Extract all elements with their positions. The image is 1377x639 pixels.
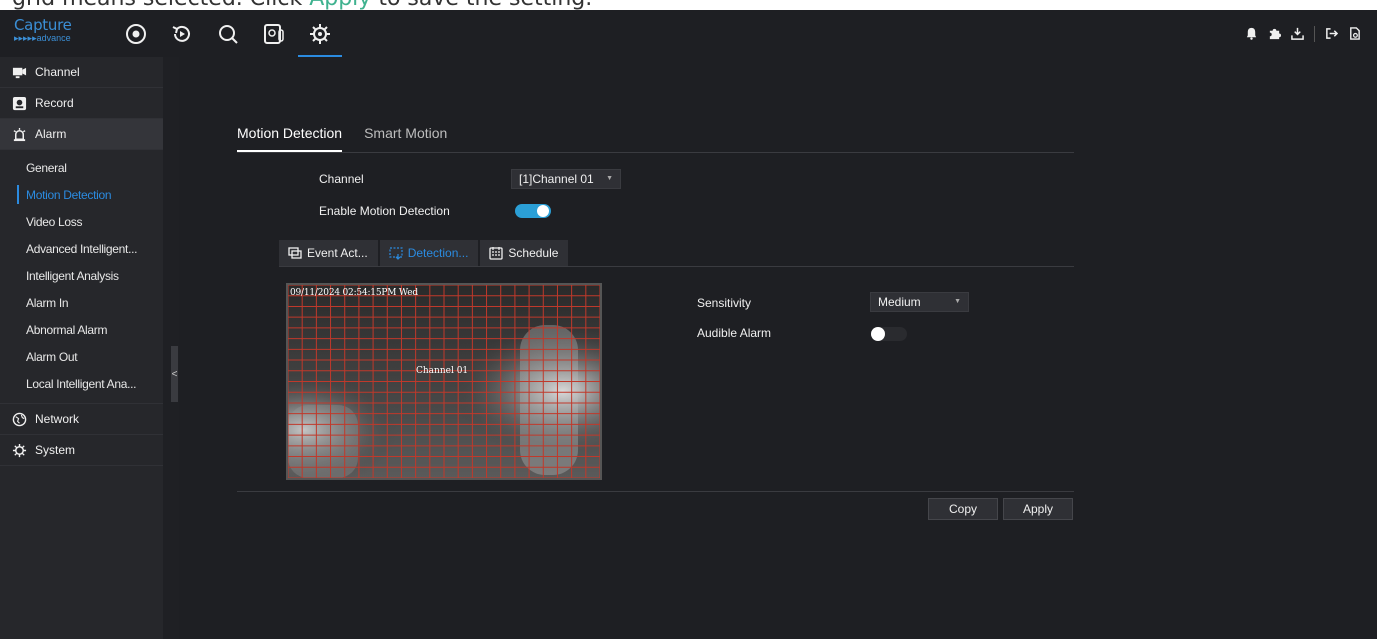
toolbar-divider [1314,25,1315,42]
tab-motion-detection[interactable]: Motion Detection [237,125,343,152]
detection-grid[interactable] [288,285,600,478]
brand-logo: Capture ▸▸▸▸▸advance [0,10,112,57]
tab-smart-motion[interactable]: Smart Motion [364,125,447,152]
toggle-knob [871,327,885,341]
logout-icon[interactable] [1325,27,1338,40]
detection-area-icon [389,247,403,260]
event-action-icon [288,247,302,259]
copy-button[interactable]: Copy [928,498,998,520]
sidebar-item-label: Channel [35,65,80,79]
apply-button[interactable]: Apply [1003,498,1073,520]
submenu-item-abnormal-alarm[interactable]: Abnormal Alarm [0,316,163,343]
submenu-item-alarm-out[interactable]: Alarm Out [0,343,163,370]
caption-highlight: Apply [309,0,371,10]
alarm-icon [13,127,26,141]
caption-text: grid means selected. Click [12,0,309,10]
alarm-submenu: General Motion Detection Video Loss Adva… [0,150,163,404]
sidebar-item-label: Record [35,96,74,110]
camera-channel-icon [12,67,27,78]
subtab-label: Schedule [508,246,559,260]
audible-alarm-label: Audible Alarm [697,326,772,340]
intelligent-icon [264,23,284,44]
sensitivity-select-value: Medium [878,295,921,309]
submenu-item-general[interactable]: General [0,154,163,181]
form-divider [237,491,1074,492]
osd-channel-name: Channel 01 [416,366,469,376]
sidebar-item-system[interactable]: System [0,435,163,466]
playback-button[interactable] [160,10,204,57]
gear-icon [12,443,27,457]
live-view-button[interactable] [114,10,158,57]
search-icon [219,24,238,44]
submenu-item-advanced-intelligent[interactable]: Advanced Intelligent... [0,235,163,262]
logo-tagline: ▸▸▸▸▸advance [14,33,71,43]
document-caption: grid means selected. Click Apply to save… [0,0,1377,10]
submenu-item-intelligent-analysis[interactable]: Intelligent Analysis [0,262,163,289]
record-icon [12,96,27,110]
sidebar-item-alarm[interactable]: Alarm [0,119,163,150]
sidebar-collapse-handle[interactable]: < [171,346,178,402]
puzzle-icon[interactable] [1268,27,1281,40]
toggle-knob [537,205,549,217]
logo-wordmark: Capture [14,16,72,34]
page-tabs: Motion Detection Smart Motion [237,125,1074,153]
channel-select[interactable]: [1]Channel 01 ▼ [511,169,621,189]
sensitivity-select[interactable]: Medium ▼ [870,292,969,312]
subtab-label: Detection... [407,246,469,260]
subtab-schedule[interactable]: Schedule [480,240,569,266]
live-view-icon [126,23,146,44]
enable-motion-toggle[interactable] [515,204,551,218]
osd-timestamp: 09/11/2024 02:54:15PM Wed [290,288,418,298]
submenu-item-alarm-in[interactable]: Alarm In [0,289,163,316]
settings-button[interactable] [298,10,342,57]
calendar-icon [489,247,504,260]
intelligent-button[interactable] [252,10,296,57]
subtab-event-action[interactable]: Event Act... [279,240,378,266]
sidebar-item-label: System [35,443,76,457]
audible-alarm-toggle[interactable] [871,327,907,341]
sidebar-item-network[interactable]: Network [0,404,163,435]
sidebar-item-record[interactable]: Record [0,88,163,119]
top-navigation-bar: Capture ▸▸▸▸▸advance [0,10,1377,57]
alarm-bell-icon[interactable] [1245,27,1258,40]
detection-subtabs: Event Act... Detection... Schedule [279,240,1074,267]
sidebar-item-label: Alarm [35,127,67,141]
download-icon[interactable] [1291,27,1304,40]
sidebar-item-label: Network [35,412,80,426]
chevron-down-icon: ▼ [954,298,961,305]
chevron-down-icon: ▼ [606,175,613,182]
globe-icon [12,412,27,426]
main-content: Motion Detection Smart Motion Channel [1… [179,57,1377,639]
playback-icon [172,25,190,42]
settings-icon [310,23,330,44]
channel-select-value: [1]Channel 01 [519,172,594,186]
sensitivity-label: Sensitivity [697,296,752,310]
channel-label: Channel [319,172,364,186]
lock-screen-icon[interactable] [1348,27,1361,40]
motion-area-preview[interactable]: 09/11/2024 02:54:15PM Wed Channel 01 [286,283,602,480]
search-button[interactable] [206,10,250,57]
enable-motion-label: Enable Motion Detection [319,204,450,218]
submenu-item-motion-detection[interactable]: Motion Detection [0,181,163,208]
submenu-item-local-intelligent-analysis[interactable]: Local Intelligent Ana... [0,370,163,397]
caption-text-end: to save the setting. [371,0,592,10]
sidebar-item-channel[interactable]: Channel [0,57,163,88]
submenu-item-video-loss[interactable]: Video Loss [0,208,163,235]
settings-sidebar: Channel Record Alarm General Motion Dete… [0,57,163,639]
subtab-label: Event Act... [307,246,368,260]
subtab-detection-area[interactable]: Detection... [379,240,479,266]
